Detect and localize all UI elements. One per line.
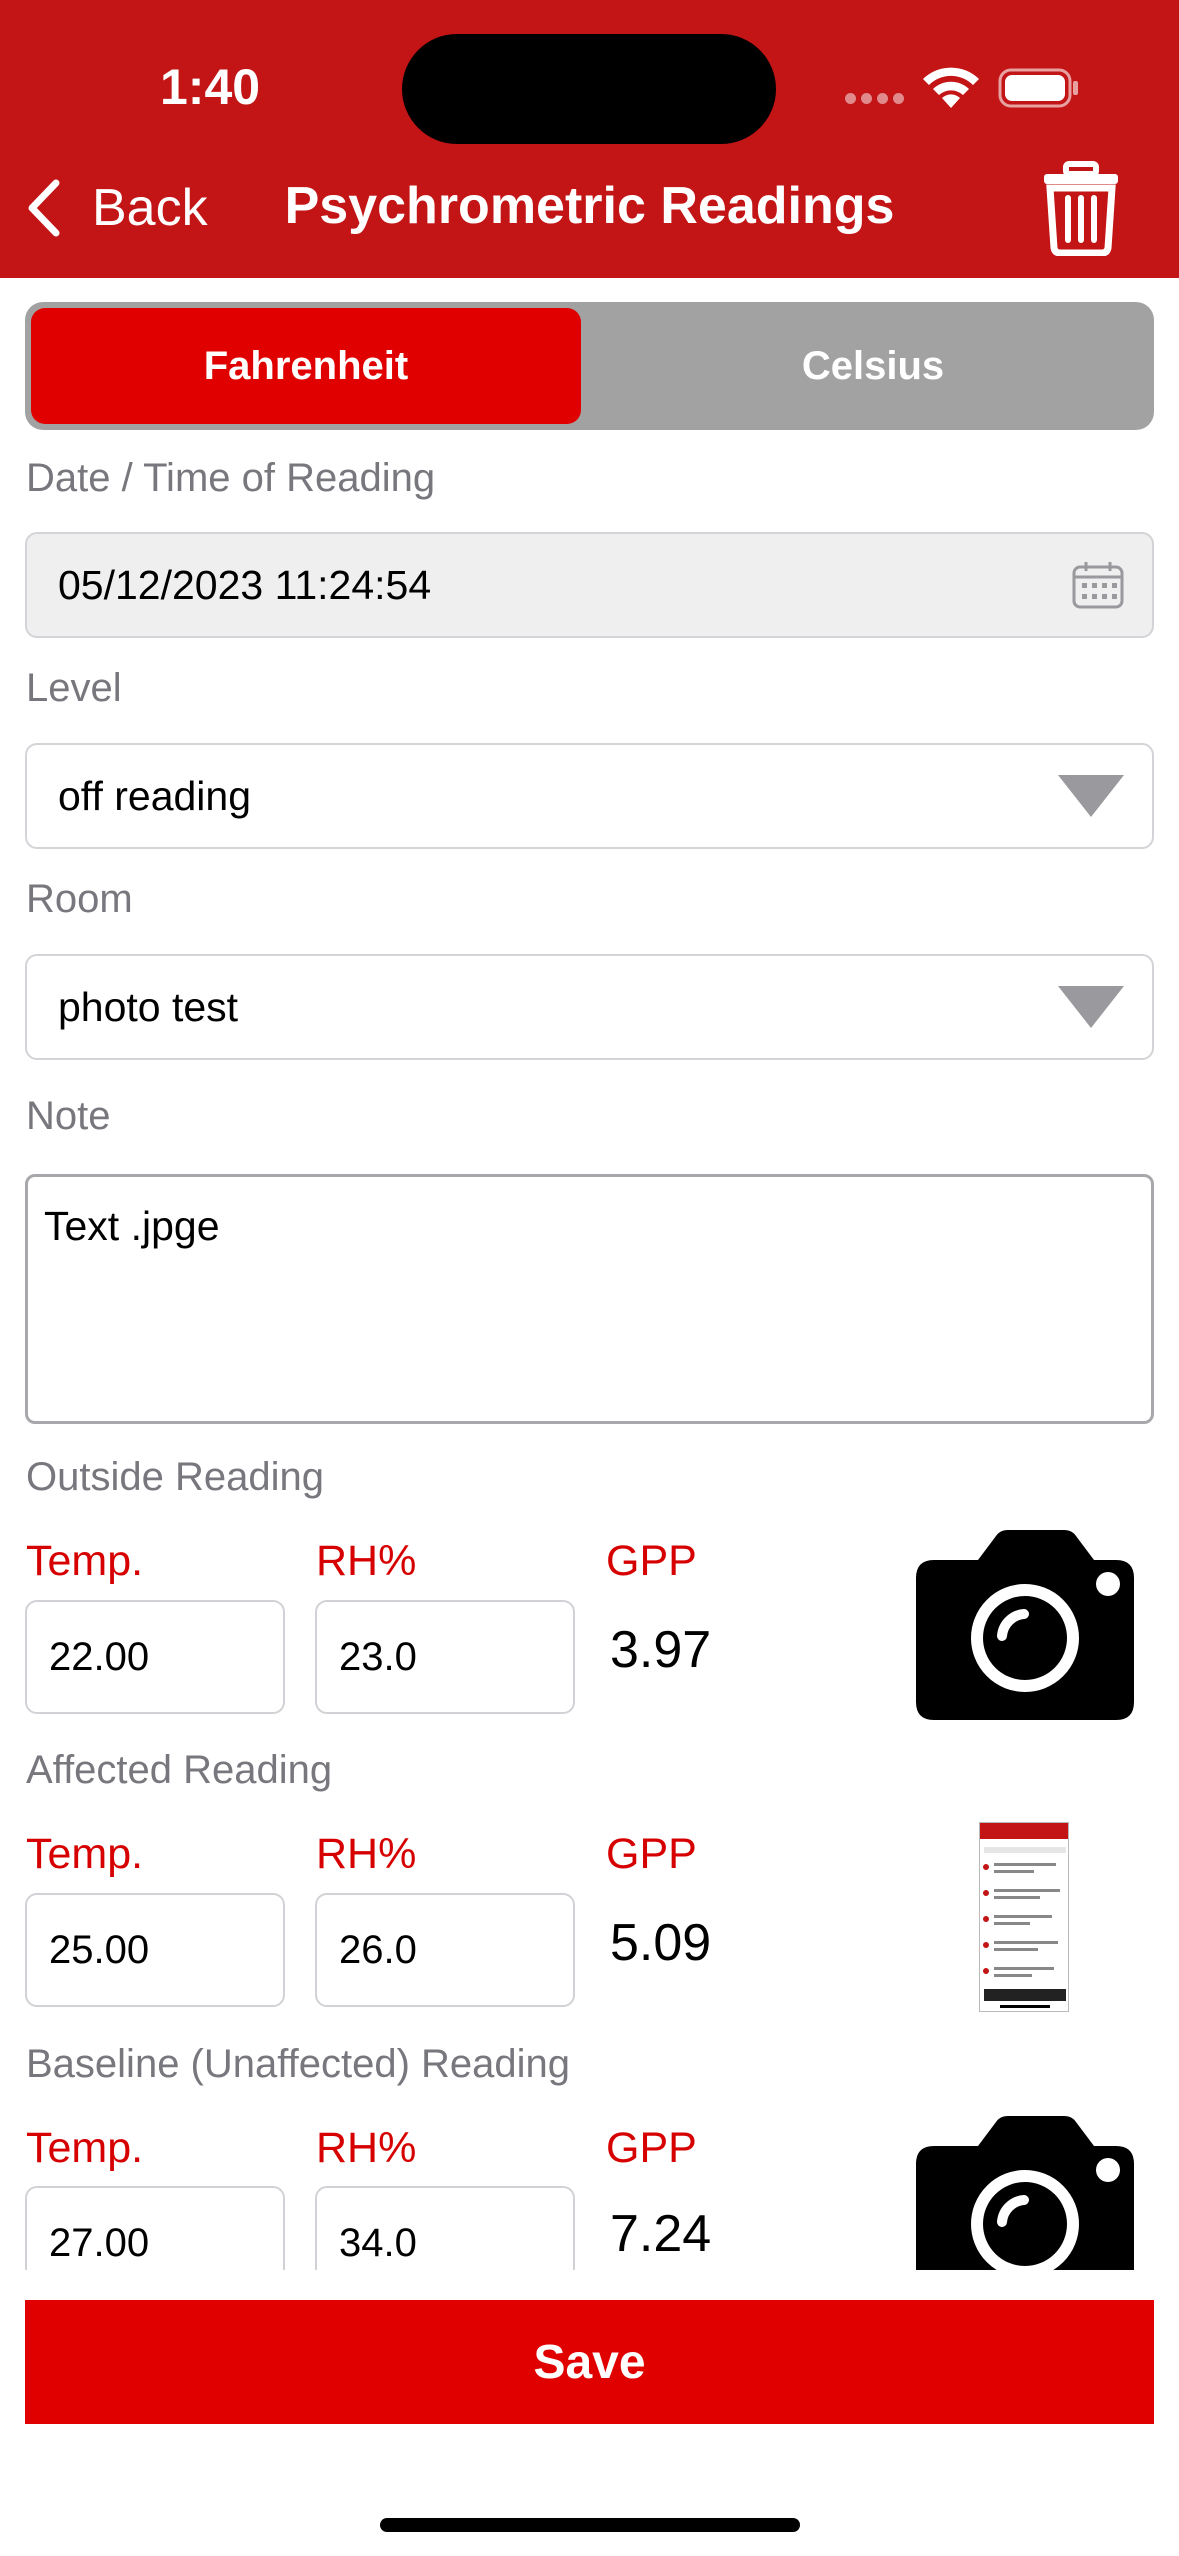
room-value: photo test	[58, 983, 239, 1030]
camera-icon[interactable]	[916, 1530, 1134, 1720]
affected-reading-title: Affected Reading	[26, 1748, 333, 1792]
level-select[interactable]: off reading	[25, 743, 1154, 849]
baseline-gpp-label: GPP	[606, 2124, 697, 2172]
signal-dots-icon	[845, 93, 905, 107]
affected-temp-label: Temp.	[26, 1830, 144, 1878]
outside-gpp-value: 3.97	[610, 1621, 712, 1679]
affected-photo-thumbnail[interactable]	[979, 1822, 1069, 2012]
trash-icon[interactable]	[1040, 160, 1122, 256]
baseline-temp-label: Temp.	[26, 2124, 144, 2172]
home-indicator	[380, 2518, 800, 2532]
datetime-field[interactable]: 05/12/2023 11:24:54	[25, 532, 1154, 638]
affected-gpp-label: GPP	[606, 1830, 697, 1878]
affected-gpp-value: 5.09	[610, 1914, 712, 1972]
status-time: 1:40	[160, 59, 261, 115]
camera-icon[interactable]	[916, 2116, 1134, 2270]
affected-rh-input[interactable]: 26.0	[315, 1893, 575, 2007]
outside-gpp-label: GPP	[606, 1537, 697, 1585]
outside-temp-label: Temp.	[26, 1537, 144, 1585]
note-textarea[interactable]: Text .jpge	[25, 1174, 1154, 1424]
note-label: Note	[26, 1094, 111, 1138]
outside-reading-title: Outside Reading	[26, 1455, 324, 1499]
page-title: Psychrometric Readings	[284, 177, 895, 235]
nav-header: 1:40 Back Psychrometric Readings	[0, 0, 1179, 278]
datetime-value: 05/12/2023 11:24:54	[58, 561, 432, 608]
battery-icon	[998, 68, 1078, 108]
dynamic-island	[402, 34, 776, 144]
baseline-rh-label: RH%	[316, 2124, 417, 2172]
save-button[interactable]: Save	[25, 2300, 1154, 2424]
outside-temp-input[interactable]: 22.00	[25, 1600, 285, 1714]
wifi-icon	[923, 67, 979, 108]
level-value: off reading	[58, 772, 252, 819]
dropdown-triangle-icon	[1058, 986, 1124, 1028]
room-select[interactable]: photo test	[25, 954, 1154, 1060]
baseline-gpp-value: 7.24	[610, 2205, 712, 2263]
affected-temp-input[interactable]: 25.00	[25, 1893, 285, 2007]
fahrenheit-segment[interactable]: Fahrenheit	[31, 308, 581, 424]
baseline-rh-input[interactable]: 34.0	[315, 2186, 575, 2270]
unit-segmented-control: Fahrenheit Celsius	[25, 302, 1154, 430]
scroll-clip-area: Temp. RH% GPP 27.00 34.0 7.24	[0, 2080, 1179, 2270]
outside-rh-label: RH%	[316, 1537, 417, 1585]
datetime-label: Date / Time of Reading	[26, 456, 436, 500]
photo-thumbnail-image	[980, 1823, 1068, 2011]
calendar-icon	[1072, 562, 1124, 609]
celsius-segment[interactable]: Celsius	[598, 308, 1148, 424]
outside-rh-input[interactable]: 23.0	[315, 1600, 575, 1714]
dropdown-triangle-icon	[1058, 775, 1124, 817]
level-label: Level	[26, 666, 122, 710]
room-label: Room	[26, 877, 133, 921]
baseline-temp-input[interactable]: 27.00	[25, 2186, 285, 2270]
affected-rh-label: RH%	[316, 1830, 417, 1878]
